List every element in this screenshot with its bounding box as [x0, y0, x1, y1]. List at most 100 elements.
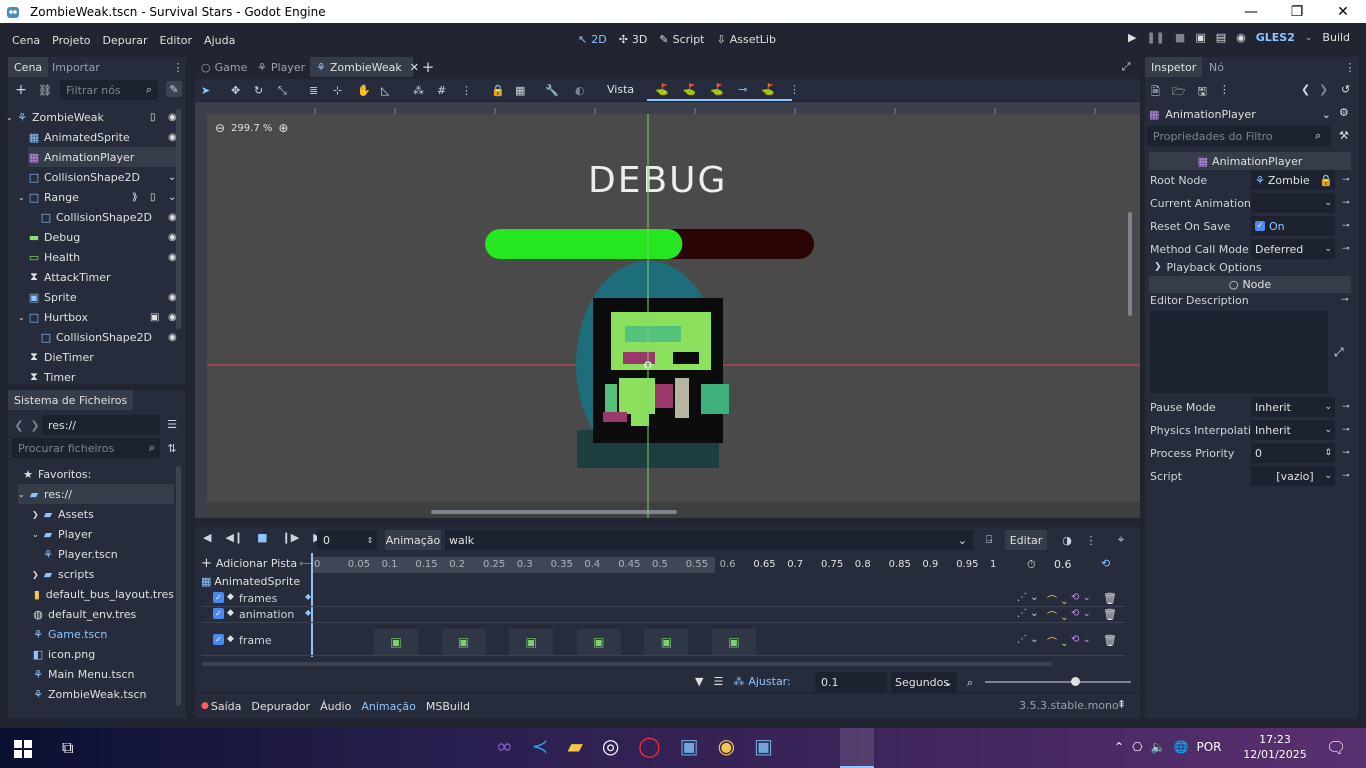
prop-value[interactable]: [vazio] ⌄	[1251, 466, 1335, 486]
interpolation-icon[interactable]: ⌒ ⌄	[1047, 634, 1069, 649]
scene-node-dietimer[interactable]: ⧗ DieTimer	[28, 347, 176, 367]
menu-editor[interactable]: Editor	[153, 34, 198, 47]
view-menu[interactable]: Vista	[607, 83, 634, 96]
track-enable-checkbox[interactable]: ✓	[213, 608, 224, 619]
visual-studio-icon[interactable]: ∞	[496, 734, 513, 758]
prop-value[interactable]: Inherit ⌄	[1251, 397, 1335, 417]
inspector-menu-icon[interactable]: ⋮	[1345, 59, 1356, 75]
build-button[interactable]: Build	[1322, 31, 1350, 44]
tab-animation[interactable]: Animação	[361, 700, 416, 713]
keyframe-icon[interactable]: ◆	[305, 608, 311, 617]
timeline-h-scrollbar[interactable]	[202, 662, 1052, 666]
renderer-select[interactable]: GLES2	[1256, 31, 1295, 44]
play-backward-icon[interactable]: ◀❙	[225, 531, 243, 544]
group-icon[interactable]: ▦	[515, 84, 525, 97]
delete-track-icon[interactable]: 🗑	[1103, 608, 1117, 621]
globe-icon[interactable]: 🌐	[1174, 740, 1189, 754]
godot-app-icon[interactable]: ▣	[680, 734, 699, 758]
new-tab-icon[interactable]: +	[421, 58, 435, 76]
fold-arrow-icon[interactable]: ❯	[32, 570, 40, 579]
animation-selector[interactable]: walk ⌄	[445, 530, 973, 550]
key-icon[interactable]: ⊸	[1342, 221, 1352, 231]
key-icon[interactable]: ⊸	[1342, 471, 1352, 481]
snap-options-icon[interactable]: ⋮	[461, 84, 472, 97]
scene-node-sprite[interactable]: ▣ Sprite ◉	[28, 287, 177, 307]
scene-node-animationplayer[interactable]: ▦ AnimationPlayer	[28, 147, 176, 167]
frame-key-icon[interactable]: ▣	[712, 629, 756, 655]
maximize-button[interactable]: ❐	[1274, 0, 1320, 23]
loop-icon[interactable]: ⟲	[1101, 557, 1110, 570]
keyframe-icon[interactable]: ◆	[305, 592, 311, 601]
key-icon[interactable]: ⊸	[1342, 175, 1352, 185]
file-item-main-menu-tscn[interactable]: ⚘ Main Menu.tscn	[32, 664, 174, 684]
prop-value[interactable]: ⚘ Zombie 🔒	[1251, 170, 1335, 190]
file-item-default-env-tres[interactable]: ◍ default_env.tres	[32, 604, 174, 624]
scene-tree-scrollbar[interactable]	[176, 109, 181, 329]
menu-help[interactable]: Ajuda	[198, 34, 241, 47]
select-tool-icon[interactable]: ➤	[201, 84, 210, 97]
dock-menu-icon[interactable]: ⋮	[173, 59, 184, 75]
history-back-icon[interactable]: ❮	[1301, 83, 1310, 96]
fold-arrow-icon[interactable]: ⌄	[18, 193, 26, 202]
zoom-in-icon[interactable]: ⊕	[278, 121, 288, 135]
anim-menu-icon[interactable]: ⋮	[1083, 532, 1099, 548]
frame-key-icon[interactable]: ▣	[374, 629, 418, 655]
back-icon[interactable]: ❮	[14, 418, 24, 432]
key-scale-icon[interactable]: ⛳	[710, 83, 724, 96]
file-item-zombieweak-tscn[interactable]: ⚘ ZombieWeak.tscn	[32, 684, 174, 704]
loop-wrap-icon[interactable]: ⟲ ⌄	[1071, 634, 1091, 645]
history-icon[interactable]: ↺	[1341, 83, 1350, 96]
open-resource-icon[interactable]: 🗁	[1172, 83, 1186, 102]
smart-snap-icon[interactable]: ⁂	[413, 84, 424, 97]
eye-icon[interactable]: ◉	[168, 332, 177, 343]
filter-icon[interactable]: ▼	[695, 675, 703, 688]
track-options-icon[interactable]: ⋰ ⌄	[1017, 634, 1039, 645]
expand-panel-icon[interactable]: ⇞	[1117, 698, 1126, 711]
prop-value[interactable]: Inherit ⌄	[1251, 420, 1335, 440]
frame-key-icon[interactable]: ▣	[644, 629, 689, 655]
key-loc-icon[interactable]: ⛳	[655, 83, 669, 96]
volume-icon[interactable]: 🔈	[1151, 740, 1166, 754]
pivot-icon[interactable]: ⊹	[333, 84, 342, 97]
scene-node-zombieweak[interactable]: ⌄ ⚘ ZombieWeak ▯ ◉	[6, 107, 177, 127]
track-list-icon[interactable]: ☰	[713, 675, 723, 688]
add-track-button[interactable]: + Adicionar Pista	[201, 556, 297, 571]
script-icon[interactable]: ▯	[150, 192, 156, 203]
signal-icon[interactable]: ⟫	[132, 192, 138, 203]
menu-project[interactable]: Projeto	[46, 34, 96, 47]
object-settings-icon[interactable]: ⚙	[1339, 106, 1349, 119]
tab-inspector[interactable]: Inspetor	[1145, 57, 1203, 77]
scene-node-animatedsprite[interactable]: ▦ AnimatedSprite ◉	[28, 127, 177, 147]
insert-key-icon[interactable]: ⛳	[761, 83, 775, 96]
play-forward-icon[interactable]: ❙▶	[282, 531, 300, 544]
prop-value[interactable]: ⌄	[1251, 193, 1335, 213]
interpolation-icon[interactable]: ⌒ ⌄	[1047, 592, 1069, 607]
file-item-favoritos-[interactable]: ★ Favoritos:	[22, 464, 174, 484]
sort-icon[interactable]: ⇅	[165, 441, 179, 455]
tab-scene[interactable]: Cena	[8, 57, 49, 77]
tab-filesystem[interactable]: Sistema de Ficheiros	[8, 390, 134, 410]
workspace-2d[interactable]: ↖ 2D	[572, 33, 613, 46]
new-resource-icon[interactable]: 🗎	[1151, 83, 1160, 102]
link-icon[interactable]: ⛓	[38, 83, 52, 97]
frame-key-icon[interactable]: ▣	[576, 629, 621, 655]
menu-debug[interactable]: Depurar	[97, 34, 154, 47]
scene-node-health[interactable]: ▭ Health ◉	[28, 247, 177, 267]
lock-icon[interactable]: 🔒	[491, 84, 505, 97]
history-forward-icon[interactable]: ❯	[1319, 83, 1328, 96]
fold-arrow-icon[interactable]: ⌄	[18, 313, 26, 322]
file-item-scripts[interactable]: ❯ ▰ scripts	[32, 564, 174, 584]
zoom-slider[interactable]	[985, 681, 1131, 683]
clock[interactable]: 17:23 12/01/2025	[1240, 732, 1310, 762]
key-menu-icon[interactable]: ⋮	[789, 83, 800, 96]
task-view-icon[interactable]: ⧉	[62, 738, 73, 758]
loop-wrap-icon[interactable]: ⟲ ⌄	[1071, 592, 1091, 603]
editor-description-textarea[interactable]	[1150, 311, 1328, 393]
snap-icon[interactable]: ⁂	[733, 675, 744, 688]
key-icon[interactable]: ⊸	[1342, 244, 1352, 254]
tab-output[interactable]: Saída	[211, 700, 242, 713]
workspace-script[interactable]: ✎ Script	[653, 33, 710, 46]
split-view-icon[interactable]: ☰	[165, 417, 179, 431]
menu-scene[interactable]: Cena	[6, 34, 46, 47]
key-icon[interactable]: ⊸	[1342, 402, 1352, 412]
